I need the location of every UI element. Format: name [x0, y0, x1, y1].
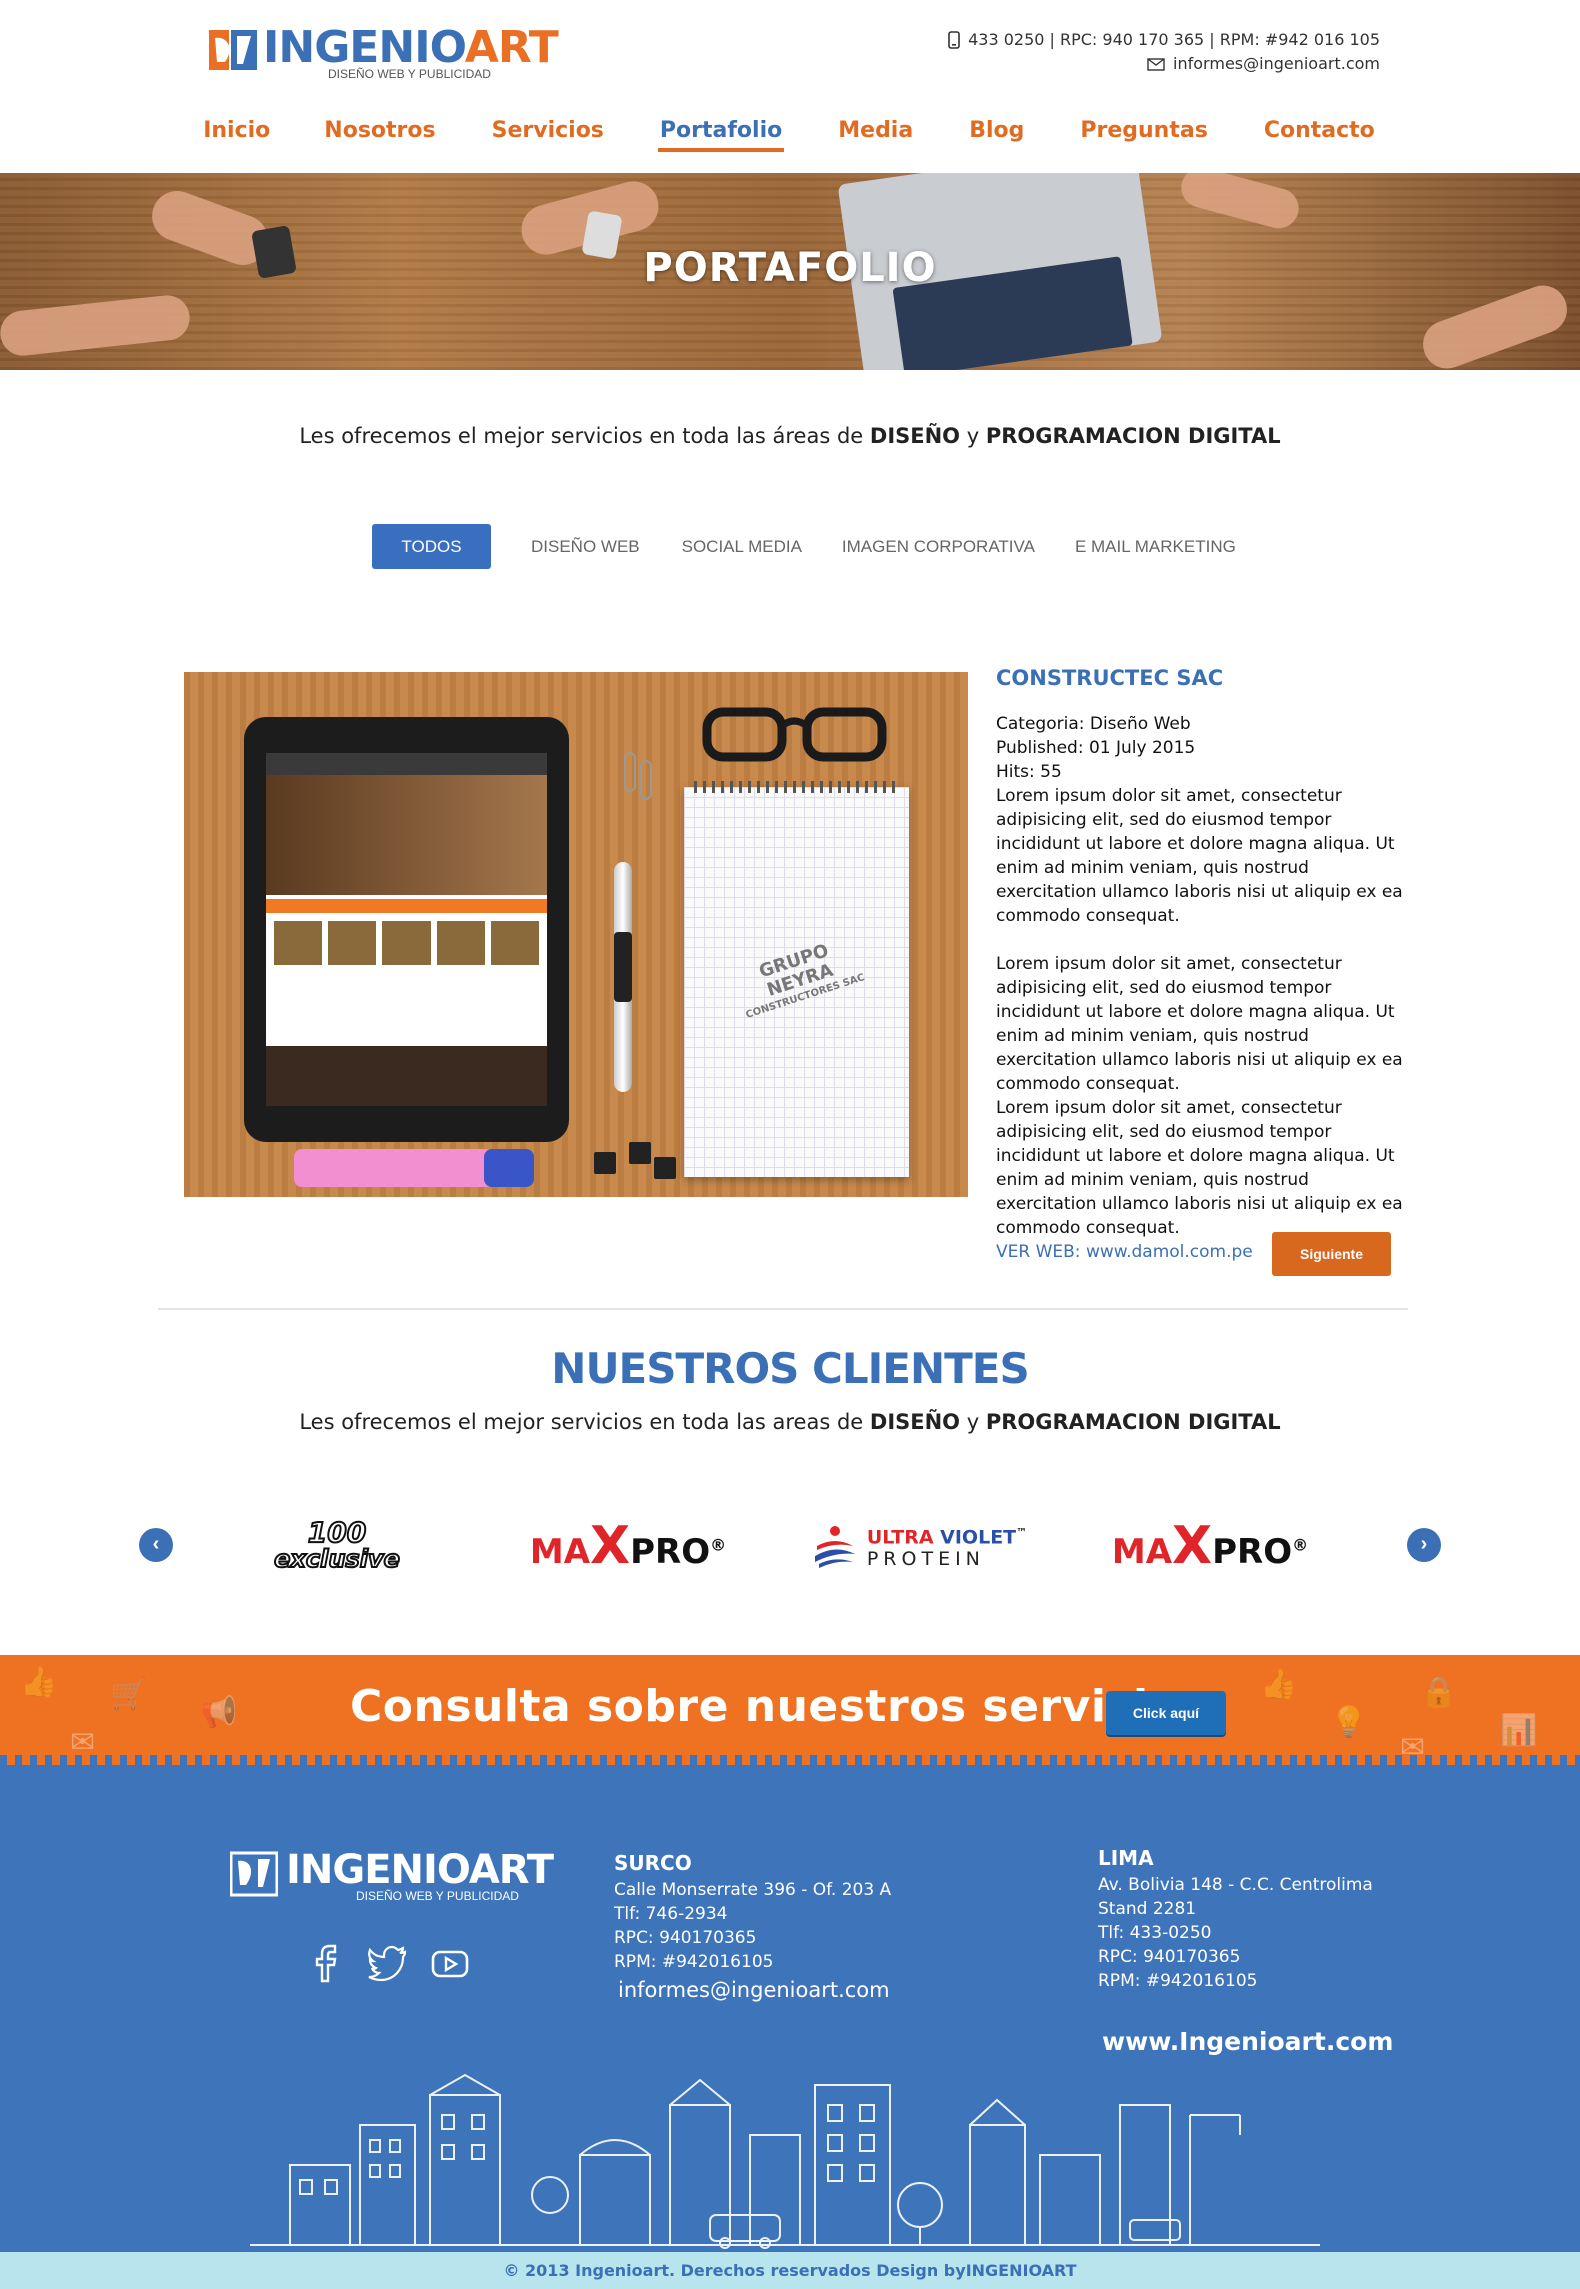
footer-lima: LIMA Av. Bolivia 148 - C.C. Centrolima S… — [1098, 1846, 1373, 1991]
footer-logo-wordmark: INGENIOART — [286, 1847, 554, 1893]
site-footer: INGENIOART DISEÑO WEB Y PUBLICIDAD SURCO… — [0, 1755, 1580, 2252]
binder-clip-icon — [594, 1152, 616, 1174]
filter-todos[interactable]: TODOS — [372, 524, 491, 569]
portfolio-category: Categoria: Diseño Web — [996, 714, 1191, 734]
mail-icon — [1147, 57, 1165, 71]
site-header: INGENIOART DISEÑO WEB Y PUBLICIDAD 433 0… — [0, 0, 1580, 173]
social-links — [306, 1943, 470, 1983]
hero-title: PORTAFOLIO — [643, 245, 937, 291]
filter-imagen-corporativa[interactable]: IMAGEN CORPORATIVA — [822, 524, 1055, 569]
nav-blog[interactable]: Blog — [941, 118, 1052, 154]
paperclip-icon — [624, 752, 636, 792]
nav-preguntas[interactable]: Preguntas — [1052, 118, 1235, 154]
city-skyline-illustration — [250, 2073, 1320, 2249]
cta-text: Consulta sobre nuestros servicios — [350, 1681, 1206, 1732]
paperclip-icon — [640, 760, 652, 800]
footer-website[interactable]: www.Ingenioart.com — [1102, 2027, 1393, 2056]
pen-icon — [614, 862, 632, 1092]
nav-nosotros[interactable]: Nosotros — [296, 118, 463, 154]
header-phones: 433 0250 | RPC: 940 170 365 | RPM: #942 … — [968, 30, 1380, 49]
ultra-violet-swoosh-icon — [814, 1526, 855, 1568]
footer-surco: SURCO Calle Monserrate 396 - Of. 203 A T… — [614, 1851, 892, 2002]
notepad-mockup: GRUPO NEYRA CONSTRUCTORES SAC — [684, 781, 909, 1177]
highlighter-icon — [294, 1149, 534, 1187]
filter-diseno-web[interactable]: DISEÑO WEB — [511, 524, 660, 569]
logo-wordmark: INGENIOART — [263, 22, 559, 73]
portfolio-published: Published: 01 July 2015 — [996, 738, 1196, 758]
footer-surco-title: SURCO — [614, 1851, 692, 1875]
logo-mark-icon — [209, 30, 257, 70]
chevron-left-icon[interactable]: ‹ — [139, 1528, 173, 1562]
phone-icon — [948, 31, 960, 49]
clients-title: NUESTROS CLIENTES — [551, 1344, 1029, 1393]
logo-mark-icon — [230, 1851, 278, 1897]
thumbs-up-icon: 👍 — [20, 1666, 58, 1699]
section-divider — [158, 1308, 1408, 1310]
binder-clip-icon — [654, 1157, 676, 1179]
chevron-right-icon[interactable]: › — [1407, 1528, 1441, 1562]
glasses-icon — [702, 707, 887, 762]
cart-icon: 🛒 — [110, 1678, 148, 1711]
portfolio-details: CONSTRUCTEC SAC Categoria: Diseño Web Pu… — [996, 666, 1406, 1264]
filter-email-marketing[interactable]: E MAIL MARKETING — [1055, 524, 1256, 569]
cta-button[interactable]: Click aquí — [1106, 1691, 1226, 1735]
nav-servicios[interactable]: Servicios — [464, 118, 632, 154]
chart-icon: 📊 — [1500, 1714, 1538, 1747]
next-button[interactable]: Siguiente — [1272, 1232, 1391, 1276]
tablet-mockup — [244, 717, 569, 1142]
nav-contacto[interactable]: Contacto — [1236, 118, 1403, 154]
clients-subtitle: Les ofrecemos el mejor servicios en toda… — [299, 1410, 1281, 1434]
footer-logo[interactable]: INGENIOART DISEÑO WEB Y PUBLICIDAD — [230, 1847, 554, 1911]
header-contact: 433 0250 | RPC: 940 170 365 | RPM: #942 … — [948, 28, 1380, 76]
footer-lima-title: LIMA — [1098, 1846, 1154, 1870]
portfolio-title: CONSTRUCTEC SAC — [996, 666, 1224, 690]
header-email[interactable]: informes@ingenioart.com — [1173, 52, 1380, 76]
logo-tagline: DISEÑO WEB Y PUBLICIDAD — [328, 67, 491, 81]
client-logo-maxpro[interactable]: MAXPRO® — [528, 1516, 728, 1576]
portfolio-filters: TODOS DISEÑO WEB SOCIAL MEDIA IMAGEN COR… — [372, 524, 1256, 569]
client-logo-exclusive[interactable]: 100 exclusive — [252, 1516, 422, 1576]
twitter-icon[interactable] — [368, 1943, 408, 1983]
nav-media[interactable]: Media — [810, 118, 941, 154]
youtube-icon[interactable] — [430, 1943, 470, 1983]
main-nav: Inicio Nosotros Servicios Portafolio Med… — [0, 118, 1580, 154]
lightbulb-icon: 💡 — [1330, 1706, 1368, 1739]
portfolio-description-2: Lorem ipsum dolor sit amet, consectetur … — [996, 954, 1403, 1094]
megaphone-icon: 📢 — [200, 1696, 238, 1729]
footer-email[interactable]: informes@ingenioart.com — [614, 1978, 891, 2002]
copyright: © 2013 Ingenioart. Derechos reservados D… — [0, 2252, 1580, 2289]
site-logo[interactable]: INGENIOART DISEÑO WEB Y PUBLICIDAD — [207, 22, 559, 82]
client-logo-maxpro[interactable]: MAXPRO® — [1110, 1516, 1310, 1576]
footer-logo-tagline: DISEÑO WEB Y PUBLICIDAD — [356, 1889, 519, 1903]
notepad-logo-stamp: GRUPO NEYRA CONSTRUCTORES SAC — [744, 940, 867, 1021]
filter-social-media[interactable]: SOCIAL MEDIA — [660, 524, 822, 569]
nav-inicio[interactable]: Inicio — [177, 118, 296, 154]
portfolio-description-1: Lorem ipsum dolor sit amet, consectetur … — [996, 786, 1403, 926]
portfolio-hits: Hits: 55 — [996, 762, 1062, 782]
thumbs-up-icon: 👍 — [1260, 1668, 1298, 1701]
portfolio-description-3: Lorem ipsum dolor sit amet, consectetur … — [996, 1098, 1403, 1238]
hero-banner: PORTAFOLIO — [0, 173, 1580, 370]
client-logo-ultra-violet-protein[interactable]: ULTRA VIOLET™ PROTEIN — [795, 1516, 1045, 1576]
intro-text: Les ofrecemos el mejor servicios en toda… — [299, 424, 1281, 448]
facebook-icon[interactable] — [306, 1943, 346, 1983]
nav-portafolio[interactable]: Portafolio — [632, 118, 810, 154]
portfolio-image[interactable]: GRUPO NEYRA CONSTRUCTORES SAC — [184, 672, 968, 1197]
binder-clip-icon — [629, 1142, 651, 1164]
lock-icon: 🔒 — [1420, 1676, 1458, 1709]
